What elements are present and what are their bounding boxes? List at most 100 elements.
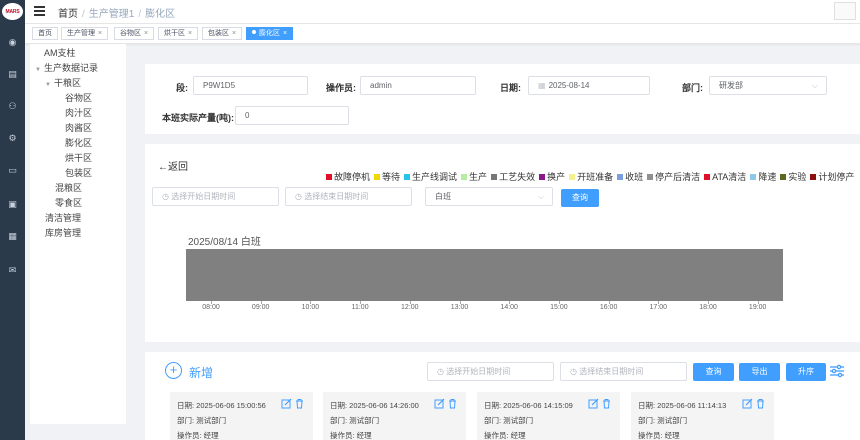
sort-button[interactable]: 升序 [786,363,826,381]
tag-packing[interactable]: 包装区 × [202,27,243,40]
breadcrumb-production[interactable]: 生产管理1 [89,9,135,20]
gantt-tick-label: 10:00 [301,304,320,311]
dept-select[interactable]: 研发部 ⌵ [709,76,827,95]
trash-icon[interactable] [294,398,305,409]
tree-node-packing[interactable]: 包装区 [65,166,92,179]
record-card[interactable]: 日期: 2025-06-06 14:15:09 部门: 测试部门 操作员: 经理 [477,392,620,440]
close-icon[interactable]: × [98,30,102,37]
record-date: 日期: 2025-06-06 15:00:56 [177,401,266,410]
file-icon[interactable]: ▦ [6,230,19,243]
trash-icon[interactable] [447,398,458,409]
close-icon[interactable]: × [144,30,148,37]
record-card[interactable]: 日期: 2025-06-06 14:26:00 部门: 测试部门 操作员: 经理 [323,392,466,440]
monitor-icon[interactable]: ▭ [6,164,19,177]
shift-select[interactable]: 白班 ⌵ [425,187,553,206]
segment-label: 段: [176,83,188,93]
record-card[interactable]: 日期: 2025-06-06 11:14:13 部门: 测试部门 操作员: 经理 [631,392,774,440]
breadcrumb-current: 膨化区 [145,9,176,20]
back-link[interactable]: ←返回 [158,158,188,173]
tree-node-production-records[interactable]: ▼ 生产数据记录 [35,61,98,74]
start-datetime-input[interactable]: ◷ 选择开始日期时间 [152,187,279,206]
edit-icon[interactable] [588,398,599,409]
legend-swatch [647,174,654,180]
legend-swatch [404,174,411,180]
legend-swatch [617,174,624,180]
records-end-input[interactable]: ◷ 选择结束日期时间 [560,362,687,381]
tree-sidebar: AM支柱 ▼ 生产数据记录 ▼ 干粮区 谷物区 肉汁区 肉酱区 膨化区 烘干区 包装… [30,44,126,424]
shift-form-panel: 段: P9W1D5 操作员: admin 日期: ▦ 2025-08-14 部门:… [145,64,860,134]
tree-node-mixing[interactable]: 混粮区 [55,181,82,194]
output-label: 本班实际产量(吨): [162,113,234,123]
tree-node-meat-sauce[interactable]: 肉酱区 [65,121,92,134]
tree-node-am[interactable]: AM支柱 [44,46,76,59]
record-operator: 操作员: 经理 [638,431,680,440]
tree-node-drying[interactable]: 烘干区 [65,151,92,164]
end-datetime-input[interactable]: ◷ 选择结束日期时间 [285,187,412,206]
tree-node-puffing[interactable]: 膨化区 [65,136,92,149]
gantt-segment[interactable] [186,249,783,301]
chart-query-button[interactable]: 查询 [561,189,599,207]
export-button[interactable]: 导出 [739,363,780,381]
tag-home[interactable]: 首页 [32,27,58,40]
output-input[interactable]: 0 [235,106,349,125]
gantt-tick-label: 18:00 [699,304,717,311]
tree-node-gravy[interactable]: 肉汁区 [65,106,92,119]
clock-icon: ◷ [570,367,580,376]
caret-down-icon: ▼ [45,82,51,88]
add-button[interactable]: 新增 [189,364,213,381]
tree-node-grain[interactable]: 谷物区 [65,91,92,104]
records-query-button[interactable]: 查询 [693,363,734,381]
close-icon[interactable]: × [188,30,192,37]
legend-label: 实验 [788,172,807,182]
record-dept: 部门: 测试部门 [330,416,380,425]
legend-item: ATA清洁 [704,172,746,182]
record-operator: 操作员: 经理 [484,431,526,440]
tag-production[interactable]: 生产管理 × [61,27,109,40]
tag-drying[interactable]: 烘干区 × [158,27,199,40]
legend-label: 降速 [758,172,777,182]
close-icon[interactable]: × [232,30,236,37]
record-date: 日期: 2025-06-06 14:26:00 [330,401,419,410]
filter-sliders-icon[interactable] [829,363,845,379]
legend-label: 停产后清洁 [655,172,701,182]
gear-icon[interactable]: ⚙ [6,132,19,145]
edit-icon[interactable] [281,398,292,409]
gantt-tick-label: 12:00 [401,304,419,311]
dashboard-icon[interactable]: ◉ [6,36,19,49]
tree-node-cleaning[interactable]: 清洁管理 [45,211,81,224]
edit-icon[interactable] [434,398,445,409]
users-icon[interactable]: ⚇ [6,100,19,113]
legend-swatch [780,174,787,180]
legend-item: 生产 [461,172,487,182]
breadcrumb-home[interactable]: 首页 [58,9,78,20]
mail-icon[interactable]: ✉ [6,264,19,277]
hamburger-icon[interactable] [34,6,45,16]
record-card[interactable]: 日期: 2025-06-06 15:00:56 部门: 测试部门 操作员: 经理 [170,392,313,440]
trash-icon[interactable] [755,398,766,409]
tree-node-warehouse[interactable]: 库房管理 [45,226,81,239]
segment-input[interactable]: P9W1D5 [193,76,308,95]
records-start-input[interactable]: ◷ 选择开始日期时间 [427,362,554,381]
status-legend: 故障停机 等待 生产线调试 生产 工艺失效 换产 开班准备 收班 停产后清洁 ATA清洁 降速 实验 计… [326,170,858,183]
gantt-title: 2025/08/14 白班 [188,237,261,248]
record-dept: 部门: 测试部门 [638,416,688,425]
legend-label: 生产线调试 [412,172,458,182]
close-icon[interactable]: × [283,30,287,37]
gantt-tick-label: 17:00 [649,304,668,311]
document-icon[interactable]: ▤ [6,68,19,81]
tree-node-dry-food[interactable]: ▼ 干粮区 [45,76,81,89]
dept-label: 部门: [682,83,703,93]
legend-item: 等待 [374,172,400,182]
header-widget[interactable] [834,2,856,20]
tree-node-snack[interactable]: 零食区 [55,196,82,209]
tag-grain[interactable]: 谷物区 × [114,27,155,40]
legend-item: 开班准备 [569,172,613,182]
trash-icon[interactable] [601,398,612,409]
tag-puffing[interactable]: 膨化区 × [246,27,294,40]
legend-label: 故障停机 [334,172,371,182]
edit-icon[interactable] [742,398,753,409]
add-circle-icon[interactable]: + [165,362,182,379]
operator-input[interactable]: admin [360,76,476,95]
briefcase-icon[interactable]: ▣ [6,198,19,211]
date-input[interactable]: ▦ 2025-08-14 [528,76,650,95]
